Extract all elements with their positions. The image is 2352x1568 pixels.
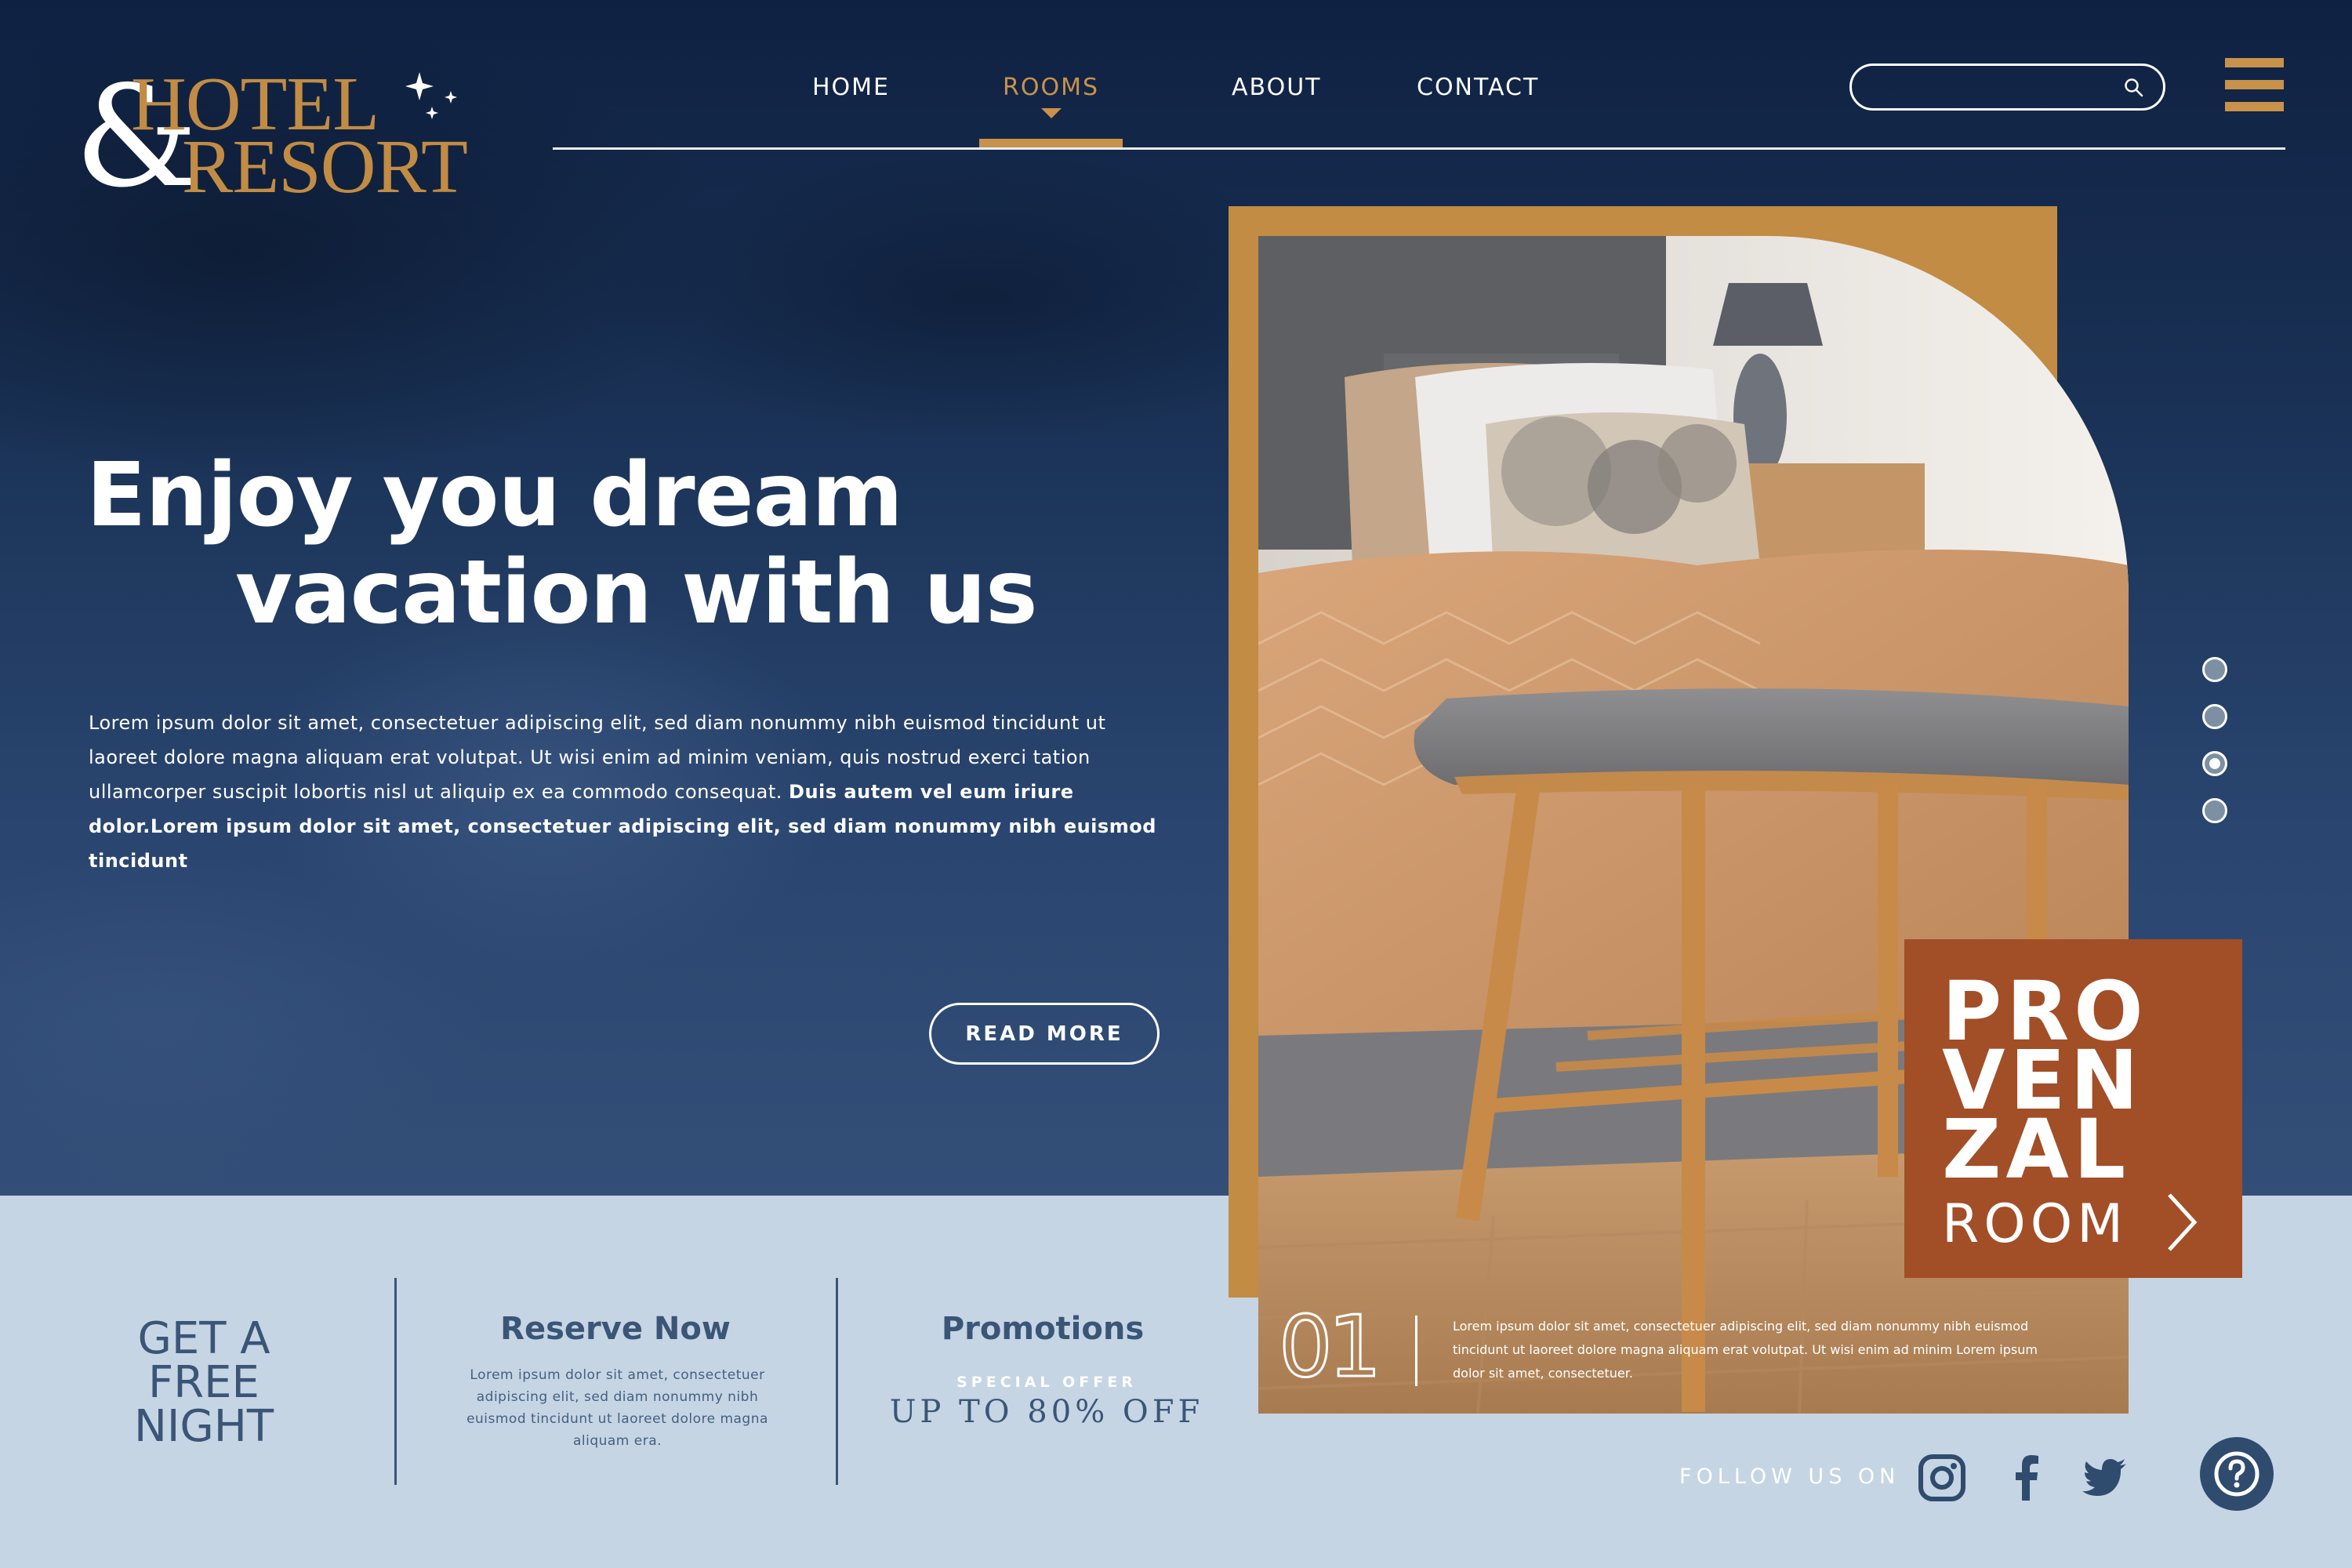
slider-dot-1[interactable] — [2202, 657, 2227, 682]
room-number: 01 — [1277, 1298, 1382, 1396]
follow-us-label: FOLLOW US ON — [1679, 1465, 1900, 1489]
room-tag-line-3: ZAL — [1942, 1102, 2131, 1197]
nav-divider — [553, 147, 2285, 150]
slider-dot-4[interactable] — [2202, 798, 2227, 823]
help-button[interactable] — [2200, 1437, 2274, 1511]
special-offer-label: SPECIAL OFFER — [956, 1374, 1137, 1391]
bottom-divider-2 — [836, 1278, 838, 1485]
search-input[interactable] — [1869, 72, 2104, 102]
hamburger-menu-icon[interactable] — [2225, 58, 2284, 111]
hero-body-text: Lorem ipsum dolor sit amet, consectetuer… — [89, 706, 1163, 878]
nav-about[interactable]: ABOUT — [1232, 74, 1321, 101]
free-night-line-3: NIGHT — [133, 1401, 274, 1452]
question-mark-icon — [2214, 1451, 2259, 1497]
hero-headline: Enjoy you dream vacation with us — [86, 447, 1105, 641]
slider-dot-2[interactable] — [2202, 704, 2227, 729]
slider-dot-3[interactable] — [2202, 751, 2227, 776]
nav-active-caret-icon — [1041, 108, 1062, 118]
reserve-now-text: Lorem ipsum dolor sit amet, consectetuer… — [466, 1367, 768, 1449]
search-box — [1849, 64, 2165, 111]
free-night-line-2: FREE — [148, 1357, 260, 1408]
discount-text: UP TO 80% OFF — [889, 1394, 1204, 1430]
room-tag-provenzal[interactable]: PRO VEN ZAL ROOM — [1904, 939, 2242, 1278]
instagram-icon[interactable] — [1918, 1454, 1966, 1502]
twitter-icon[interactable] — [2081, 1454, 2129, 1502]
nav-contact[interactable]: CONTACT — [1417, 74, 1539, 101]
reserve-now-link[interactable]: Reserve Now — [439, 1311, 792, 1347]
read-more-button[interactable]: READ MORE — [929, 1003, 1160, 1065]
free-night-promo[interactable]: GET A FREE NIGHT — [118, 1317, 290, 1449]
search-icon[interactable] — [2124, 78, 2144, 98]
nav-rooms[interactable]: ROOMS — [1003, 74, 1099, 101]
room-number-separator — [1415, 1316, 1417, 1386]
room-caption: Lorem ipsum dolor sit amet, consectetuer… — [1453, 1319, 2038, 1381]
slider-dots — [2202, 657, 2230, 829]
bottom-divider-1 — [394, 1278, 397, 1485]
chevron-right-icon[interactable] — [2165, 1192, 2199, 1253]
nav-home[interactable]: HOME — [812, 74, 890, 101]
promotions-link[interactable]: Promotions — [870, 1311, 1215, 1347]
hero-headline-line-2: vacation with us — [235, 542, 1038, 644]
facebook-icon[interactable] — [2003, 1454, 2052, 1502]
free-night-line-1: GET A — [137, 1313, 270, 1364]
hero-headline-line-1: Enjoy you dream — [86, 445, 903, 546]
